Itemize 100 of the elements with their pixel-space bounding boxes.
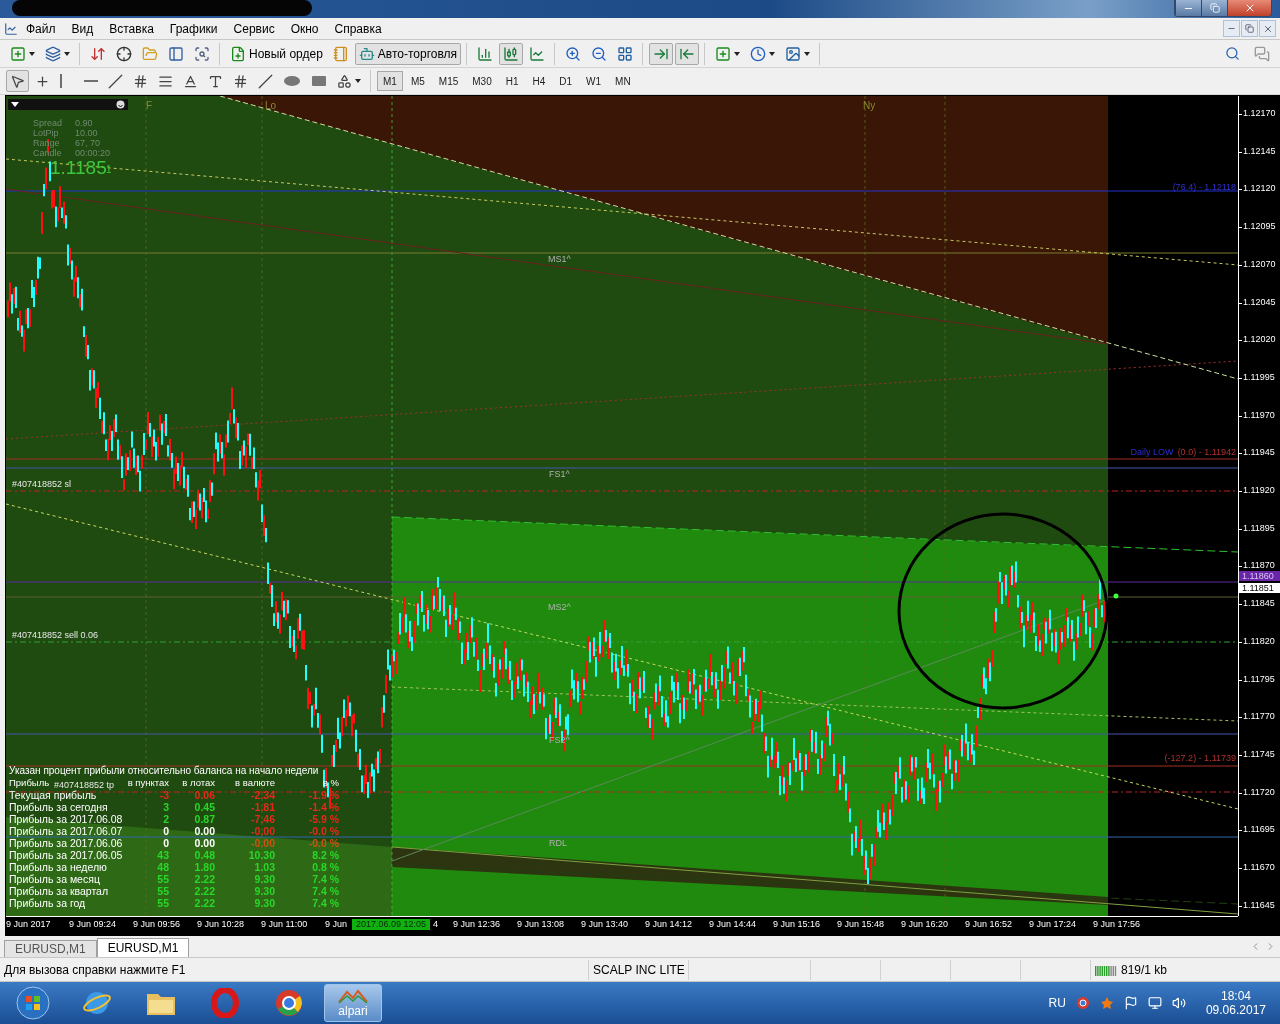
timeframe-button[interactable]: H1 [499,71,525,91]
search-icon[interactable] [1225,46,1240,61]
picture-frame-icon [785,45,802,62]
restore-button[interactable] [1241,20,1258,37]
time-label: 4 [433,920,438,929]
table-cell: 2.22 [194,885,215,897]
hatched-lines-icon [233,73,248,89]
caret-icon [355,79,361,83]
plus-icon [10,45,26,62]
network-icon[interactable] [1147,996,1162,1010]
price-label: 1.11820 [1243,636,1275,646]
table-cell: 0.06 [194,789,215,801]
time-label: 9 Jun 17:24 [1029,920,1077,929]
rectangle-icon [311,75,327,87]
price-label: 1.11920 [1243,486,1275,495]
close-icon [1262,23,1273,34]
time-label: 9 Jun 12:36 [453,920,501,929]
auto-trading-button[interactable]: Авто-торговля [354,42,462,65]
column-header: в % [322,777,339,789]
table-cell: 3 [163,801,169,813]
candlestick-icon [503,45,520,62]
fibo-label: (-127.2) - 1.11739 [1164,754,1236,763]
menu-item[interactable]: Файл [18,19,64,38]
menu-item[interactable]: Вставка [101,19,162,38]
auto-scroll-button[interactable] [649,42,674,65]
current-price: 1.1185 [50,158,107,177]
time-label: 9 Jun 14:12 [645,920,693,929]
tricolor-circle-icon[interactable] [1075,996,1090,1010]
price-label: 1.11645 [1243,900,1275,910]
table-cell: 55 [157,873,169,885]
fibo-label: (0.0) - 1.11942 [1177,448,1236,457]
price-label: 1.11670 [1243,863,1275,872]
menu-item[interactable]: Вид [63,19,102,38]
star-icon[interactable] [1099,996,1114,1010]
timeframe-button[interactable]: M30 [466,71,498,91]
timeframe-button[interactable]: W1 [580,71,608,91]
timeframe-button[interactable]: H4 [526,71,552,91]
app-icon [4,21,18,36]
price-label: 1.12170 [1243,109,1276,118]
tricolor-circle-icon [274,988,304,1018]
menu-item[interactable]: Справка [326,19,390,38]
triangle-icon[interactable] [11,102,19,107]
speaker-icon[interactable] [1171,996,1186,1010]
grid-icon [617,45,634,62]
table-cell: 2.22 [194,873,215,885]
zoom-out-icon [591,45,608,62]
table-cell: 0.8 % [312,861,339,873]
candlestick-button[interactable] [499,42,524,65]
timeframe-button[interactable]: M5 [404,71,431,91]
maximize-button[interactable] [1201,0,1227,16]
table-cell: 0.00 [194,837,215,849]
flag-icon[interactable] [1123,996,1138,1010]
table-cell: -0.00 [251,837,275,849]
info-value: 10.00 [75,128,99,138]
menu-item[interactable]: Сервис [225,19,283,38]
layers-icon [45,45,61,62]
timeframe-button[interactable]: M15 [432,71,465,91]
chart-tab[interactable]: EURUSD,M1 [4,940,97,957]
row-label: Прибыль за 2017.06.05 [9,849,123,861]
table-cell: 0.45 [194,801,215,813]
row-label: Текущая прибыль [9,789,97,801]
chart-tab[interactable]: EURUSD,M1 [96,938,190,957]
clock-time[interactable]: 18:04 [1220,989,1251,1003]
close-button[interactable] [1227,0,1271,16]
info-label: LotPip [33,128,60,138]
new-order-button[interactable]: Новый ордер [226,42,327,65]
close-button[interactable] [1259,20,1276,37]
column-header: в лотах [182,777,215,789]
table-cell: -0.0 % [308,837,339,849]
table-cell: 9.30 [254,885,275,897]
language-indicator[interactable]: RU [1048,996,1066,1010]
robot-icon [358,45,375,62]
timeframe-button[interactable]: M1 [377,71,403,91]
price-label: 1.11745 [1243,749,1275,759]
level-label: MS1^ [548,255,571,264]
file-plus-icon [230,45,246,62]
price-label: 1.11845 [1243,599,1275,609]
table-cell: 7.4 % [312,897,339,909]
timeframe-button[interactable]: D1 [553,71,579,91]
info-label: Spread [33,118,64,128]
chart-shift-button[interactable] [675,42,700,65]
table-cell: -3 [159,789,169,801]
profit-note: Указан процент прибыли относительно баланса на начало недели [9,765,320,777]
notebook-icon [332,45,349,62]
table-cell: -2.34 [251,789,275,801]
time-label: 9 Jun 17:56 [1093,920,1141,929]
cursor-button[interactable] [6,70,29,92]
info-value: 0.90 [75,118,94,128]
menu-item[interactable]: Окно [282,19,327,38]
menu-item[interactable]: Графики [161,19,226,38]
table-cell: 0 [163,837,169,849]
time-label: 9 Jun 13:40 [581,920,629,929]
clock-date[interactable]: 09.06.2017 [1205,1003,1266,1017]
caret-icon [29,51,35,56]
row-label: Прибыль за сегодня [9,801,108,813]
caret-icon [734,51,741,56]
price-marker: 1.11851 [1239,583,1280,593]
timeframe-button[interactable]: MN [609,71,637,91]
diagonal-line-icon [108,73,123,89]
minimize-button[interactable] [1175,0,1201,16]
